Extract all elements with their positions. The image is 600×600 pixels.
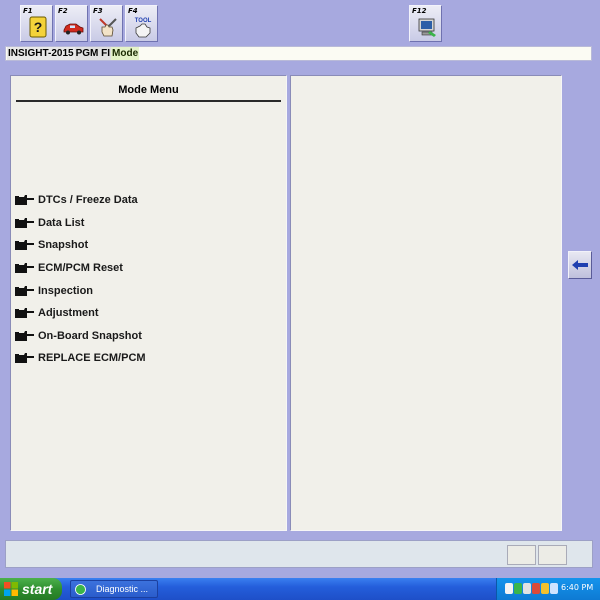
- menu-item-label: Snapshot: [38, 239, 89, 252]
- volume-icon[interactable]: [523, 583, 531, 594]
- start-button[interactable]: start: [0, 578, 62, 600]
- menu-item-label: DTCs / Freeze Data: [38, 194, 138, 207]
- mode-label: Mode: [111, 47, 140, 60]
- vehicle-mode-bar: INSIGHT-2015 PGM FI Mode: [5, 46, 592, 61]
- back-button[interactable]: [568, 251, 592, 279]
- menu-item-replace-ecm-pcm[interactable]: REPLACE ECM/PCM: [15, 347, 283, 370]
- menu-item-ecm-pcm-reset[interactable]: ECM/PCM Reset: [15, 257, 283, 280]
- taskbar-item-diagnostic[interactable]: Diagnostic ...: [70, 580, 158, 598]
- mode-menu-title: Mode Menu: [118, 84, 179, 96]
- menu-item-on-board-snapshot[interactable]: On-Board Snapshot: [15, 325, 283, 348]
- f2-label: F2: [58, 7, 68, 15]
- power-icon[interactable]: [541, 583, 549, 594]
- pointing-hand-icon: [15, 217, 34, 228]
- f3-label: F3: [93, 7, 103, 15]
- menu-item-label: Inspection: [38, 284, 94, 297]
- pointing-hand-icon: [15, 195, 34, 206]
- f4-label: F4: [128, 7, 138, 15]
- pointing-hand-icon: [15, 263, 34, 274]
- menu-item-snapshot[interactable]: Snapshot: [15, 234, 283, 257]
- computer-icon: [418, 18, 436, 37]
- menu-item-label: Adjustment: [38, 307, 99, 320]
- f1-label: F1: [23, 7, 33, 15]
- f3-tools-button[interactable]: F3: [90, 5, 123, 42]
- pointing-hand-icon: [15, 308, 34, 319]
- mode-menu-list: DTCs / Freeze Data Data List Snapshot EC…: [15, 189, 283, 370]
- network-icon[interactable]: [505, 583, 513, 594]
- status-field-1: [507, 545, 536, 565]
- mode-menu-panel: Mode Menu DTCs / Freeze Data Data List S…: [10, 75, 287, 531]
- vehicle-model-label: INSIGHT-2015: [7, 47, 75, 60]
- alert-icon[interactable]: [532, 583, 540, 594]
- svg-text:?: ?: [34, 19, 43, 35]
- menu-item-data-list[interactable]: Data List: [15, 212, 283, 235]
- start-label: start: [22, 581, 53, 597]
- f2-vehicle-button[interactable]: F2: [55, 5, 88, 42]
- menu-item-label: On-Board Snapshot: [38, 329, 142, 342]
- menu-item-adjustment[interactable]: Adjustment: [15, 302, 283, 325]
- security-icon[interactable]: [514, 583, 522, 594]
- f12-computer-button[interactable]: F12: [409, 5, 442, 42]
- menu-item-label: Data List: [38, 216, 85, 229]
- windows-taskbar: start Diagnostic ... 6:40 PM: [0, 578, 600, 600]
- tool-hand-icon: TOOL: [135, 18, 152, 38]
- pointing-hand-icon: [15, 240, 34, 251]
- f4-tool-button[interactable]: F4 TOOL: [125, 5, 158, 42]
- menu-item-inspection[interactable]: Inspection: [15, 279, 283, 302]
- display-icon[interactable]: [550, 583, 558, 594]
- pointing-hand-icon: [15, 353, 34, 364]
- windows-flag-icon: [4, 582, 18, 596]
- hand-tools-icon: [99, 18, 117, 37]
- system-tray: 6:40 PM: [496, 578, 600, 600]
- menu-item-label: REPLACE ECM/PCM: [38, 352, 146, 365]
- title-divider: [16, 100, 281, 102]
- system-label: PGM FI: [74, 47, 112, 60]
- help-icon: ?: [29, 16, 47, 38]
- tool-icon-text: TOOL: [135, 18, 152, 24]
- menu-item-dtcs-freeze-data[interactable]: DTCs / Freeze Data: [15, 189, 283, 212]
- car-icon: [63, 23, 84, 35]
- clock[interactable]: 6:40 PM: [561, 583, 593, 592]
- pointing-hand-icon: [15, 330, 34, 341]
- pointing-hand-icon: [15, 285, 34, 296]
- f1-help-button[interactable]: F1 ?: [20, 5, 53, 42]
- arrow-left-icon: [572, 260, 588, 270]
- detail-panel: [290, 75, 562, 531]
- tray-icons: [505, 583, 558, 594]
- f12-label: F12: [412, 7, 427, 15]
- taskbar-item-label: Diagnostic ...: [96, 584, 149, 594]
- diagnostic-app-icon: [75, 583, 86, 595]
- menu-item-label: ECM/PCM Reset: [38, 262, 123, 275]
- status-bar: [5, 540, 593, 568]
- status-field-2: [538, 545, 567, 565]
- function-key-toolbar: F1 ? F2 F3 F4 TOOL F12: [0, 0, 600, 46]
